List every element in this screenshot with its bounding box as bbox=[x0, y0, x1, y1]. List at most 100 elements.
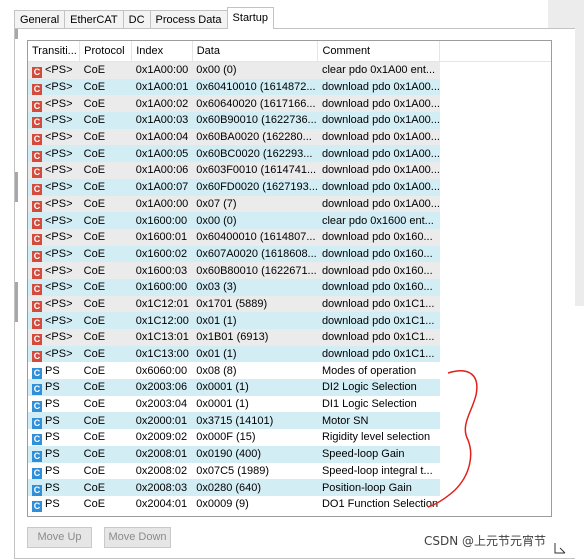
frame-edge bbox=[15, 172, 18, 202]
table-row[interactable]: C <PS> CoE 0x1A00:00 0x07 (7) download pdo 0x… bbox=[28, 195, 551, 213]
cell-index-text: 0x2008:02 bbox=[135, 464, 188, 477]
table-row[interactable]: C <PS> CoE 0x1A00:00 0x00 (0) clear pdo 0x1A0… bbox=[28, 61, 551, 79]
table-row[interactable]: C <PS> CoE 0x1A00:02 0x60640020 (1617166... d… bbox=[28, 95, 551, 113]
coe-ps-red-icon: C bbox=[32, 167, 42, 179]
cell-comment-text: Speed-loop integral t... bbox=[321, 464, 433, 477]
cell-transition-text: PS bbox=[45, 448, 60, 461]
cell-transition: C <PS> bbox=[28, 245, 80, 263]
cell-data-text: 0x60400010 (1614807... bbox=[196, 231, 316, 244]
col-protocol[interactable]: Protocol bbox=[79, 41, 133, 62]
table-row[interactable]: C <PS> CoE 0x1A00:05 0x60BC0020 (162293... do… bbox=[28, 145, 551, 163]
table-row[interactable]: C <PS> CoE 0x1A00:03 0x60B90010 (1622736... d… bbox=[28, 112, 551, 129]
table-row[interactable]: C PS CoE 0x2008:02 0x07C5 (1989) Speed-loop i… bbox=[28, 462, 551, 480]
cell-protocol-text: CoE bbox=[83, 64, 106, 77]
coe-ps-red-icon: C bbox=[32, 351, 42, 363]
table-row[interactable]: C PS CoE 0x2008:03 0x0280 (640) Position-loop… bbox=[28, 479, 551, 496]
cell-transition-text: PS bbox=[45, 498, 60, 511]
table-row[interactable]: C PS CoE 0x2008:01 0x0190 (400) Speed-loop Ga… bbox=[28, 445, 551, 463]
cell-protocol-text: CoE bbox=[83, 181, 106, 194]
cell-index: 0x1600:02 bbox=[131, 245, 193, 263]
coe-ps-red-icon: C bbox=[32, 184, 42, 196]
table-row[interactable]: C <PS> CoE 0x1600:03 0x60B80010 (1622671... d… bbox=[28, 262, 551, 279]
move-up-button[interactable]: Move Up bbox=[27, 527, 92, 548]
table-row[interactable]: C <PS> CoE 0x1A00:04 0x60BA0020 (162280... do… bbox=[28, 128, 551, 146]
table-row[interactable]: C PS CoE 0x2000:01 0x3715 (14101) Motor SN bbox=[28, 412, 551, 430]
tab-process-data[interactable]: Process Data bbox=[149, 10, 228, 29]
cell-filler bbox=[440, 312, 551, 329]
cell-comment-text: download pdo 0x1C1... bbox=[321, 331, 435, 344]
cell-filler bbox=[440, 412, 551, 429]
col-transition[interactable]: Transiti... bbox=[28, 41, 81, 62]
cell-index: 0x1A00:05 bbox=[131, 145, 193, 163]
cell-comment: download pdo 0x1A00... bbox=[317, 195, 440, 213]
cell-data-text: 0x60BA0020 (162280... bbox=[196, 131, 312, 144]
startup-list[interactable]: Transiti... Protocol Index Data Comment … bbox=[27, 40, 552, 517]
cell-comment: download pdo 0x1A00... bbox=[317, 112, 440, 129]
cell-protocol: CoE bbox=[79, 128, 132, 146]
table-row[interactable]: C <PS> CoE 0x1A00:07 0x60FD0020 (1627193... d… bbox=[28, 178, 551, 196]
tab-ethercat[interactable]: EtherCAT bbox=[64, 10, 124, 29]
cell-protocol-text: CoE bbox=[83, 114, 106, 127]
table-row[interactable]: C <PS> CoE 0x1600:00 0x00 (0) clear pdo 0x160… bbox=[28, 212, 551, 229]
col-data[interactable]: Data bbox=[192, 41, 319, 62]
cell-comment: download pdo 0x1C1... bbox=[317, 295, 440, 313]
cell-comment: download pdo 0x1C1... bbox=[317, 312, 440, 329]
tab-dc[interactable]: DC bbox=[122, 10, 151, 29]
table-row[interactable]: C <PS> CoE 0x1A00:06 0x603F0010 (1614741... d… bbox=[28, 162, 551, 179]
cell-comment-text: download pdo 0x1A00... bbox=[321, 81, 440, 94]
cell-index: 0x1A00:04 bbox=[131, 128, 193, 146]
table-row[interactable]: C <PS> CoE 0x1600:01 0x60400010 (1614807... d… bbox=[28, 228, 551, 246]
cell-protocol: CoE bbox=[79, 495, 132, 513]
table-row[interactable]: C <PS> CoE 0x1A00:01 0x60410010 (1614872... d… bbox=[28, 78, 551, 96]
cell-index-text: 0x2003:04 bbox=[135, 398, 188, 411]
cell-comment-text: download pdo 0x160... bbox=[321, 247, 433, 260]
cell-protocol-text: CoE bbox=[83, 247, 106, 260]
cell-comment-text: Rigidity level selection bbox=[321, 431, 431, 444]
cell-transition-text: PS bbox=[45, 414, 60, 427]
coe-ps-red-icon: C bbox=[32, 284, 42, 296]
table-row[interactable]: C <PS> CoE 0x1600:02 0x607A0020 (1618608... d… bbox=[28, 245, 551, 263]
cell-comment: Modes of operation bbox=[317, 362, 440, 380]
col-index[interactable]: Index bbox=[131, 41, 193, 62]
cell-data-text: 0x07C5 (1989) bbox=[196, 464, 270, 477]
table-row[interactable]: C PS CoE 0x2009:02 0x000F (15) Rigidity level… bbox=[28, 429, 551, 446]
table-row[interactable]: C <PS> CoE 0x1C12:00 0x01 (1) download pdo 0x… bbox=[28, 312, 551, 329]
cell-protocol-text: CoE bbox=[83, 414, 106, 427]
cell-protocol: CoE bbox=[79, 245, 132, 263]
cell-index-text: 0x1C12:00 bbox=[135, 314, 189, 327]
cell-index-text: 0x1A00:02 bbox=[135, 97, 189, 110]
col-comment[interactable]: Comment bbox=[317, 41, 441, 62]
table-row[interactable]: C <PS> CoE 0x1C13:00 0x01 (1) download pdo 0x… bbox=[28, 345, 551, 363]
cell-data: 0x000F (15) bbox=[192, 429, 318, 446]
cell-protocol-text: CoE bbox=[83, 464, 106, 477]
cell-comment-text: download pdo 0x160... bbox=[321, 231, 433, 244]
coe-ps-blue-icon: C bbox=[32, 367, 42, 379]
resize-grip-icon[interactable] bbox=[553, 541, 567, 555]
cell-data: 0x607A0020 (1618608... bbox=[192, 245, 318, 263]
tab-general[interactable]: General bbox=[14, 10, 66, 29]
table-row[interactable]: C PS CoE 0x6060:00 0x08 (8) Modes of operatio… bbox=[28, 362, 551, 380]
table-row[interactable]: C <PS> CoE 0x1600:00 0x03 (3) download pdo 0x… bbox=[28, 278, 551, 296]
tab-startup[interactable]: Startup bbox=[226, 7, 275, 29]
cell-comment-text: download pdo 0x1C1... bbox=[321, 314, 435, 327]
cell-index-text: 0x1A00:00 bbox=[135, 197, 189, 210]
cell-comment: Rigidity level selection bbox=[317, 429, 440, 446]
cell-protocol-text: CoE bbox=[83, 448, 106, 461]
cell-data: 0x00 (0) bbox=[192, 61, 318, 79]
cell-transition-text: PS bbox=[45, 464, 60, 477]
cell-transition: C PS bbox=[28, 479, 80, 496]
coe-ps-blue-icon: C bbox=[32, 501, 42, 513]
cell-transition-text: PS bbox=[45, 381, 60, 394]
cell-protocol: CoE bbox=[79, 78, 132, 96]
cell-protocol: CoE bbox=[79, 412, 132, 430]
cell-data: 0x0009 (9) bbox=[192, 495, 318, 513]
table-row[interactable]: C PS CoE 0x2004:01 0x0009 (9) DO1 Function Se… bbox=[28, 495, 551, 513]
table-row[interactable]: C <PS> CoE 0x1C12:01 0x1701 (5889) download p… bbox=[28, 295, 551, 313]
cell-protocol-text: CoE bbox=[83, 431, 106, 444]
cell-data: 0x60B90010 (1622736... bbox=[192, 112, 318, 129]
table-row[interactable]: C <PS> CoE 0x1C13:01 0x1B01 (6913) download p… bbox=[28, 329, 551, 346]
table-row[interactable]: C PS CoE 0x2003:04 0x0001 (1) DI1 Logic Selec… bbox=[28, 395, 551, 413]
move-down-button[interactable]: Move Down bbox=[104, 527, 171, 548]
cell-data: 0x60B80010 (1622671... bbox=[192, 262, 318, 279]
table-row[interactable]: C PS CoE 0x2003:06 0x0001 (1) DI2 Logic Selec… bbox=[28, 379, 551, 396]
